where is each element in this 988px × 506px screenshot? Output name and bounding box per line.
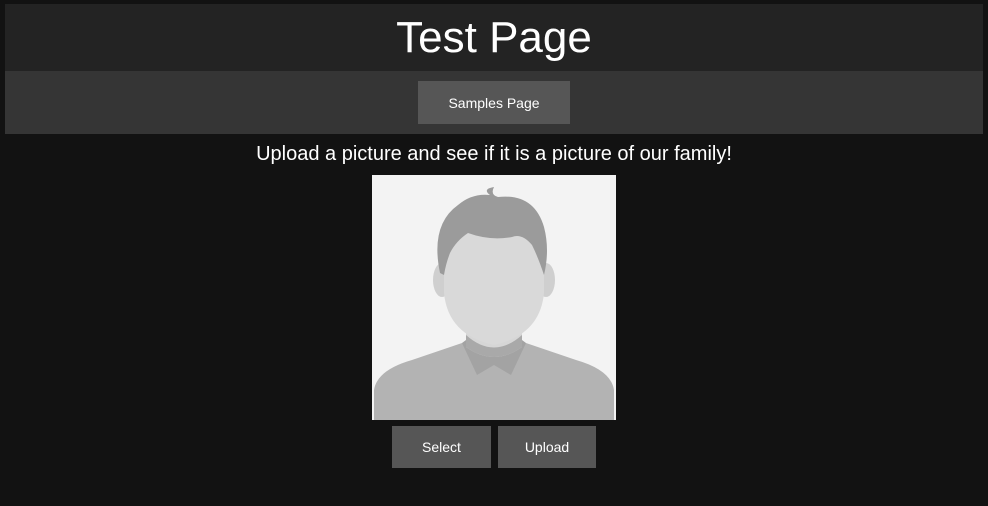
image-preview — [372, 175, 616, 420]
instructions-text: Upload a picture and see if it is a pict… — [256, 143, 732, 165]
person-placeholder-icon — [374, 187, 614, 420]
select-button[interactable]: Select — [392, 426, 491, 468]
page-title: Test Page — [396, 12, 592, 62]
page-header: Test Page — [5, 4, 983, 71]
samples-page-button[interactable]: Samples Page — [418, 81, 570, 124]
nav-bar: Samples Page — [5, 71, 983, 134]
upload-actions: Select Upload — [0, 426, 988, 468]
upload-button[interactable]: Upload — [498, 426, 596, 468]
